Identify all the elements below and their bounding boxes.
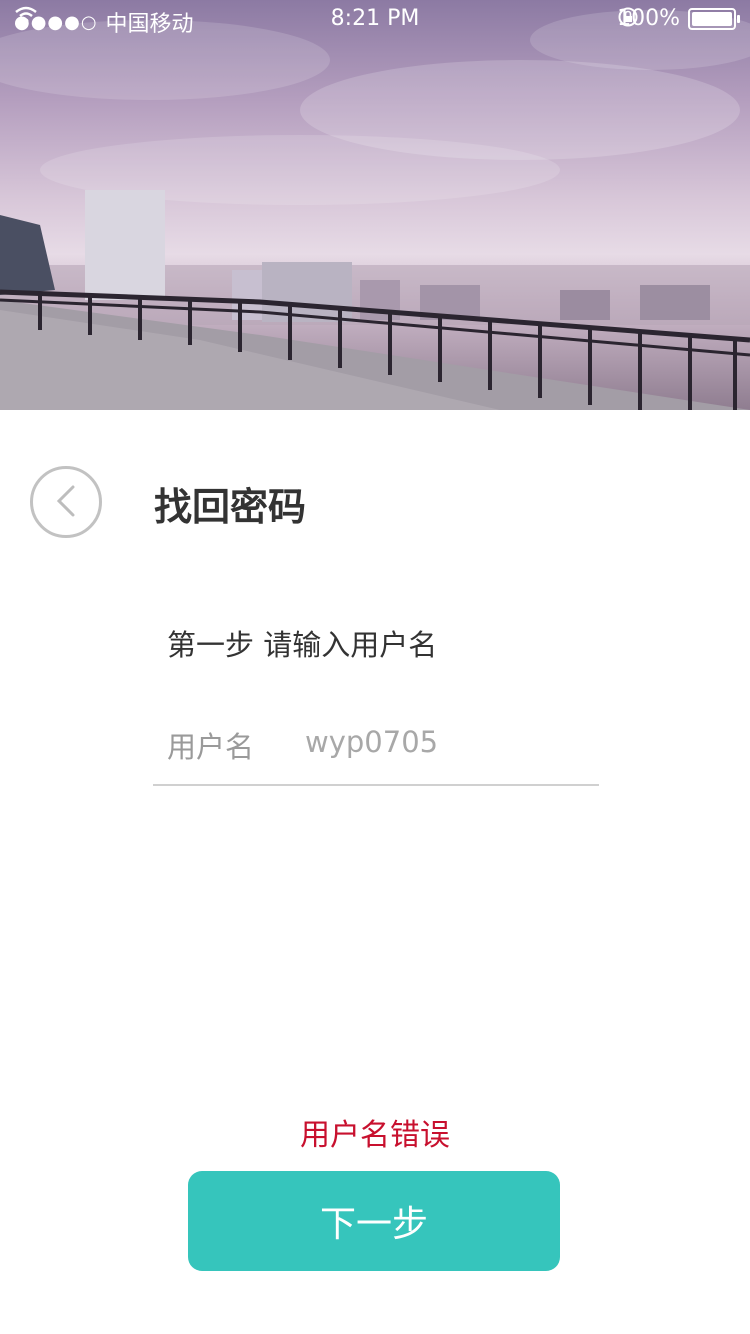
header-banner-image: ●●●●○ 中国移动 8:21 PM 100% [0, 0, 750, 410]
back-button[interactable] [30, 466, 102, 538]
chevron-left-icon [56, 485, 75, 517]
username-field: 用户名 [153, 712, 599, 786]
battery-fill [692, 11, 732, 26]
status-bar: ●●●●○ 中国移动 8:21 PM 100% [0, 0, 750, 40]
username-label: 用户名 [167, 730, 255, 764]
city-skyline-illustration [0, 10, 750, 410]
next-step-button[interactable]: 下一步 [188, 1171, 560, 1271]
step-instruction: 第一步 请输入用户名 [167, 628, 438, 662]
page-title: 找回密码 [154, 485, 307, 529]
rotation-lock-icon [618, 7, 638, 27]
username-input[interactable] [305, 722, 585, 762]
battery-icon [688, 7, 740, 30]
error-message: 用户名错误 [300, 1118, 450, 1153]
